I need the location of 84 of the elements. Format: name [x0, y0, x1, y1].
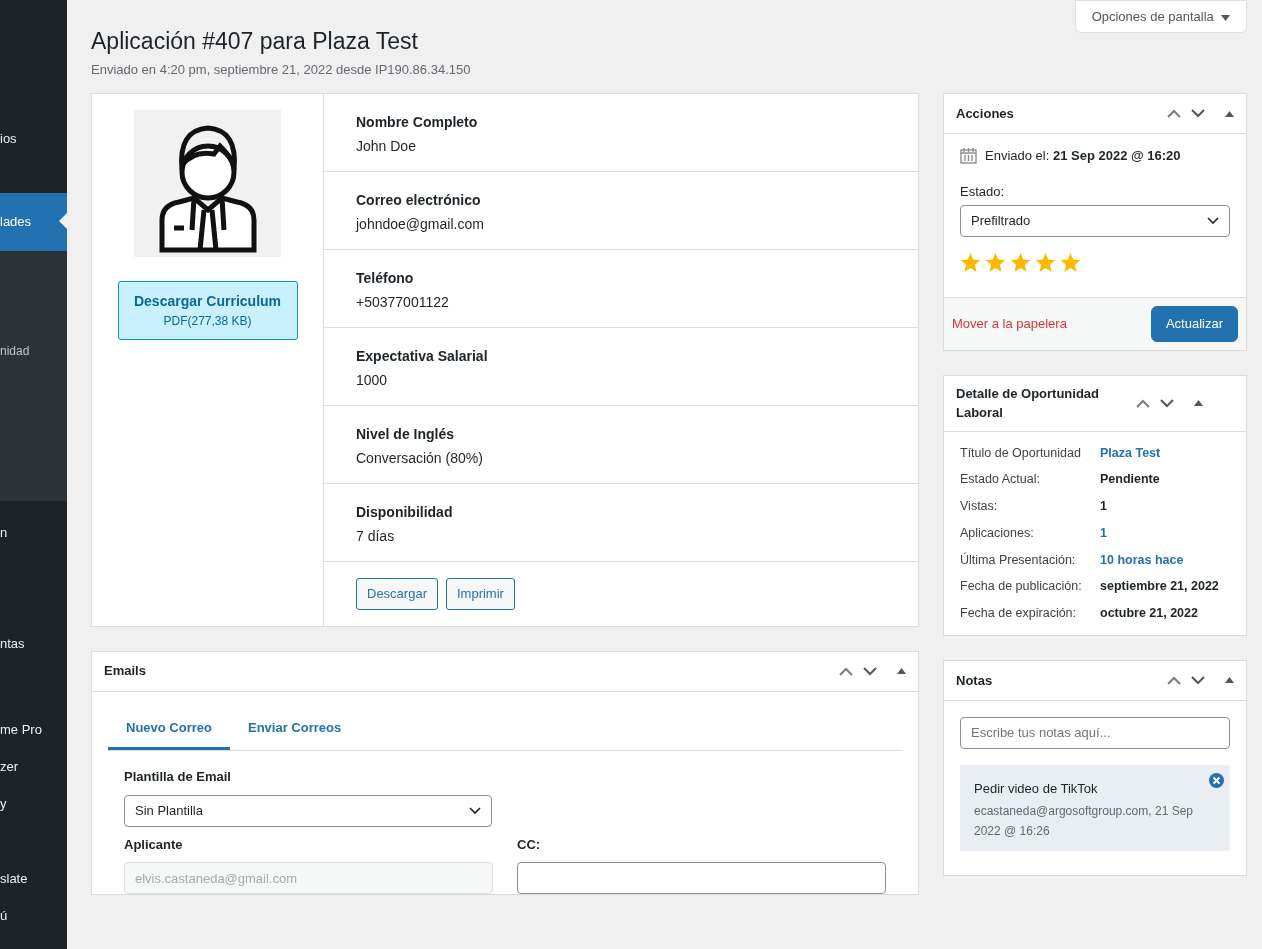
star-icon: [960, 253, 981, 274]
field-label: Teléfono: [356, 269, 415, 289]
star-rating[interactable]: [960, 253, 1081, 274]
detail-label: Aplicaciones:: [960, 524, 1034, 542]
submenu-item[interactable]: nidad: [0, 344, 30, 358]
detail-label: Última Presentación:: [960, 551, 1076, 569]
detail-label: Fecha de publicación:: [960, 578, 1082, 596]
note-input-field[interactable]: Escribe tus notas aquí...: [960, 716, 1230, 749]
sidebar-item[interactable]: slate: [0, 860, 67, 897]
sidebar-item[interactable]: me Pro: [0, 711, 67, 748]
update-button[interactable]: Actualizar: [1150, 306, 1238, 342]
email-tab[interactable]: Nuevo Correo: [108, 707, 230, 751]
field-label: Expectativa Salarial: [356, 347, 489, 367]
detail-label: Estado Actual:: [960, 471, 1040, 489]
field-value: +50377001122: [356, 293, 450, 313]
sidebar-item[interactable]: y: [0, 785, 67, 822]
sidebar-item[interactable]: zer: [0, 748, 67, 785]
download-button[interactable]: Descargar: [356, 578, 438, 610]
calendar-icon: [960, 147, 977, 165]
field-value: 7 días: [356, 527, 396, 547]
screen-options-button[interactable]: Opciones de pantalla: [1074, 0, 1247, 33]
download-resume-button[interactable]: Descargar Curriculum PDF(277,38 KB): [117, 281, 298, 341]
chevron-down-icon: [469, 806, 481, 815]
sidebar-item[interactable]: n: [0, 514, 67, 551]
star-icon: [1010, 253, 1031, 274]
field-value: John Doe: [356, 137, 417, 157]
collapse-icon[interactable]: [1225, 110, 1234, 117]
close-icon[interactable]: [1209, 772, 1224, 788]
collapse-icon[interactable]: [1225, 677, 1234, 684]
field-label: Aplicante: [124, 835, 184, 854]
detail-value: 1: [1100, 499, 1107, 514]
panel-title: Acciones: [956, 104, 1015, 123]
trash-link[interactable]: Mover a la papelera: [952, 314, 1067, 334]
move-down-icon[interactable]: [863, 666, 877, 676]
detail-value: septiembre 21, 2022: [1100, 579, 1219, 594]
caret-down-icon: [1221, 14, 1230, 21]
collapse-icon[interactable]: [897, 668, 906, 675]
email-tab[interactable]: Enviar Correos: [229, 707, 360, 751]
field-value: 1000: [356, 371, 389, 391]
move-up-icon[interactable]: [1136, 398, 1150, 408]
note-text: Pedir video de TikTok: [974, 779, 1099, 798]
detail-value: Pendiente: [1100, 472, 1160, 487]
field-value: johndoe@gmail.com: [356, 215, 485, 235]
move-up-icon[interactable]: [839, 666, 853, 676]
sidebar-item[interactable]: ú: [0, 897, 67, 934]
chevron-down-icon: [1207, 217, 1219, 226]
field-label: Disponibilidad: [356, 503, 454, 523]
sent-date: Enviado el: 21 Sep 2022 @ 16:20: [985, 147, 1181, 166]
move-up-icon[interactable]: [1167, 109, 1181, 119]
move-down-icon[interactable]: [1191, 109, 1205, 119]
detail-value: octubre 21, 2022: [1100, 606, 1198, 621]
field-label: Plantilla de Email: [124, 768, 232, 787]
detail-label: Vistas:: [960, 498, 998, 516]
cc-field[interactable]: [517, 862, 886, 895]
detail-label: Fecha de expiración:: [960, 605, 1077, 623]
note-meta: ecastaneda@argosoftgroup.com, 21 Sep 2022 @ 16:26: [974, 803, 1194, 840]
panel-title: Emails: [104, 662, 147, 681]
star-icon: [985, 253, 1006, 274]
star-icon: [1035, 253, 1056, 274]
collapse-icon[interactable]: [1194, 400, 1203, 407]
field-label: Nivel de Inglés: [356, 425, 456, 445]
star-icon: [1060, 253, 1081, 274]
field-label: CC:: [517, 835, 542, 854]
move-down-icon[interactable]: [1160, 398, 1174, 408]
field-value: Conversación (80%): [356, 449, 484, 469]
page-title: Aplicación #407 para Plaza Test: [91, 28, 419, 56]
move-down-icon[interactable]: [1191, 675, 1205, 685]
field-label: Estado:: [960, 182, 1006, 201]
detail-link[interactable]: 1: [1100, 525, 1107, 540]
panel-title: Detalle de Oportunidad Laboral: [956, 384, 1100, 423]
detail-link[interactable]: Plaza Test: [1100, 445, 1161, 460]
template-select[interactable]: Sin Plantilla: [124, 794, 492, 827]
detail-label: Título de Oportunidad: [960, 444, 1081, 462]
detail-link[interactable]: 10 horas hace: [1100, 552, 1184, 567]
field-label: Correo electrónico: [356, 191, 482, 211]
page-subtitle: Enviado en 4:20 pm, septiembre 21, 2022 desde IP190.86.34.150: [91, 60, 472, 79]
field-label: Nombre Completo: [356, 113, 479, 133]
status-select[interactable]: Prefiltrado: [960, 205, 1230, 238]
panel-title: Notas: [956, 671, 994, 690]
move-up-icon[interactable]: [1167, 675, 1181, 685]
sidebar-item[interactable]: ios: [0, 120, 67, 157]
sidebar-item[interactable]: ntas: [0, 625, 67, 662]
sidebar-item[interactable]: lades: [0, 193, 67, 251]
print-button[interactable]: Imprimir: [445, 578, 515, 610]
